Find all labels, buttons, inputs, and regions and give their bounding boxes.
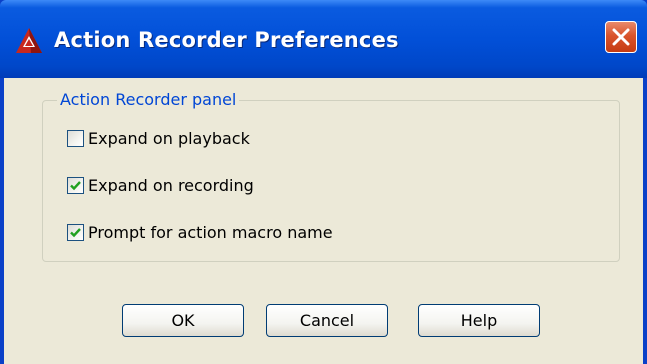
prompt-for-macro-name-label[interactable]: Prompt for action macro name bbox=[88, 223, 333, 242]
cancel-button[interactable]: Cancel bbox=[266, 304, 388, 337]
prompt-for-macro-name-checkbox[interactable] bbox=[67, 223, 84, 241]
action-recorder-panel-group: Action Recorder panel Expand on playback… bbox=[42, 90, 620, 262]
prompt-for-macro-name-option[interactable]: Prompt for action macro name bbox=[67, 222, 333, 242]
expand-on-recording-option[interactable]: Expand on recording bbox=[67, 175, 254, 195]
expand-on-playback-checkbox[interactable] bbox=[67, 129, 84, 147]
autocad-icon bbox=[14, 27, 44, 54]
ok-button[interactable]: OK bbox=[122, 304, 244, 337]
expand-on-playback-option[interactable]: Expand on playback bbox=[67, 128, 250, 148]
help-button[interactable]: Help bbox=[418, 304, 540, 337]
title-bar[interactable]: Action Recorder Preferences bbox=[0, 0, 647, 78]
dialog-body: Action Recorder panel Expand on playback… bbox=[4, 78, 643, 364]
checkmark-icon bbox=[70, 180, 81, 190]
checkmark-icon bbox=[70, 227, 81, 237]
expand-on-recording-label[interactable]: Expand on recording bbox=[88, 176, 254, 195]
dialog-window: Action Recorder Preferences Action Recor… bbox=[0, 0, 647, 364]
expand-on-recording-checkbox[interactable] bbox=[67, 176, 84, 194]
group-title: Action Recorder panel bbox=[57, 90, 240, 109]
window-title: Action Recorder Preferences bbox=[54, 28, 399, 52]
close-icon bbox=[612, 28, 630, 46]
close-button[interactable] bbox=[605, 21, 637, 53]
expand-on-playback-label[interactable]: Expand on playback bbox=[88, 129, 250, 148]
